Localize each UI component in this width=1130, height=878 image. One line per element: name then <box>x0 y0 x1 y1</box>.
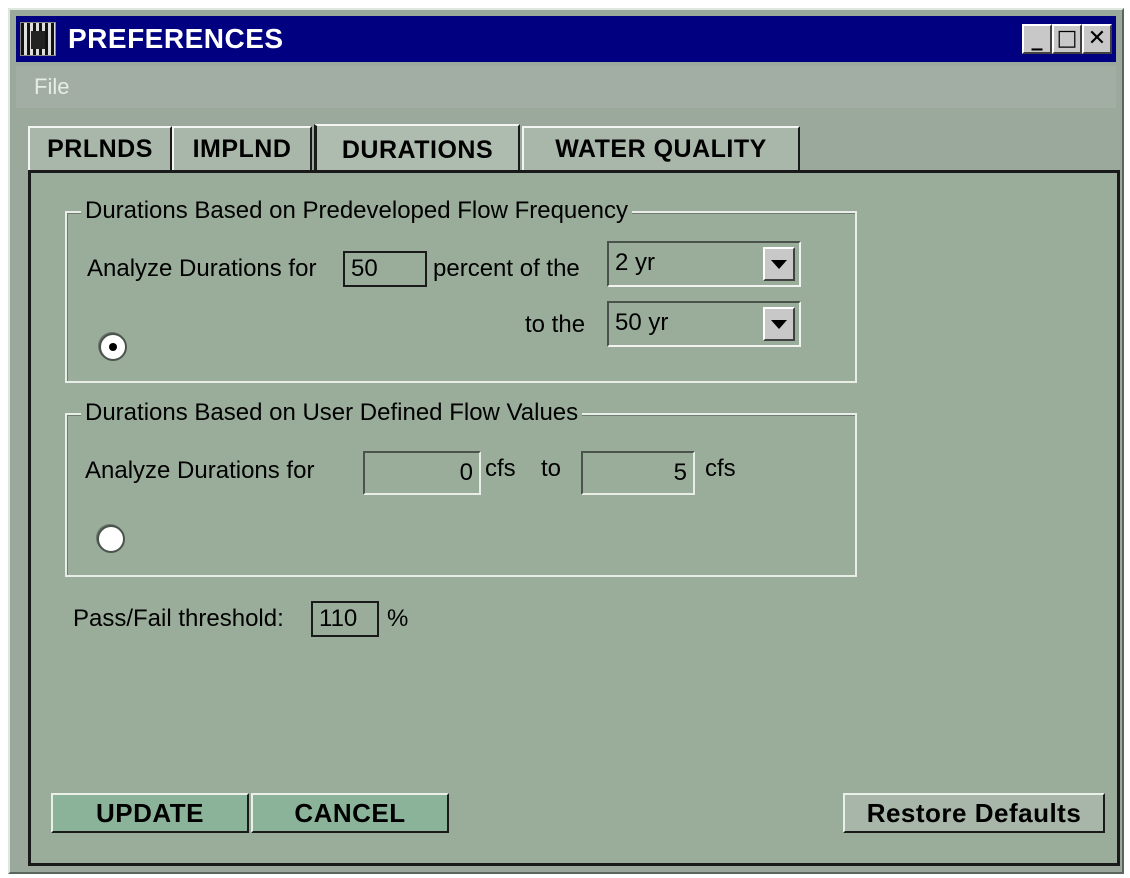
tab-water-quality[interactable]: WATER QUALITY <box>522 126 800 170</box>
unit-label: cfs <box>485 455 516 482</box>
threshold-input[interactable]: 110 <box>311 601 379 637</box>
durations-panel: Durations Based on Predeveloped Flow Fre… <box>28 170 1120 866</box>
analyze-label: Analyze Durations for <box>87 255 317 282</box>
cancel-button[interactable]: CANCEL <box>251 793 449 833</box>
selected-value: 50 yr <box>615 309 669 336</box>
percent-input[interactable]: 50 <box>343 251 427 287</box>
selected-value: 2 yr <box>615 249 656 276</box>
group-legend: Durations Based on Predeveloped Flow Fre… <box>81 197 632 225</box>
to-label: to <box>541 455 562 482</box>
preferences-window: PREFERENCES _ □ ✕ File PRLNDS IMPLND DUR… <box>8 8 1124 874</box>
app-icon <box>20 22 56 56</box>
from-flow-input[interactable]: 0 <box>363 451 481 495</box>
close-button[interactable]: ✕ <box>1082 24 1112 54</box>
threshold-label: Pass/Fail threshold: <box>73 605 284 632</box>
menu-bar: File <box>16 66 1116 108</box>
to-return-period-select[interactable]: 50 yr <box>607 301 801 347</box>
user-defined-flow-group: Durations Based on User Defined Flow Val… <box>65 399 857 577</box>
title-bar[interactable]: PREFERENCES _ □ ✕ <box>16 16 1116 62</box>
dropdown-arrow-icon[interactable] <box>763 307 795 341</box>
user-defined-mode-radio[interactable] <box>97 525 125 553</box>
update-button[interactable]: UPDATE <box>51 793 249 833</box>
analyze-label: Analyze Durations for <box>85 457 315 484</box>
tab-implnd[interactable]: IMPLND <box>172 126 312 170</box>
percent-label: percent of the <box>433 255 580 282</box>
restore-defaults-button[interactable]: Restore Defaults <box>843 793 1105 833</box>
tab-prlnds[interactable]: PRLNDS <box>28 126 172 170</box>
maximize-button[interactable]: □ <box>1052 24 1082 54</box>
frequency-mode-radio[interactable] <box>99 333 127 361</box>
menu-file[interactable]: File <box>34 74 69 100</box>
dropdown-arrow-icon[interactable] <box>763 247 795 281</box>
minimize-button[interactable]: _ <box>1022 24 1052 54</box>
to-flow-input[interactable]: 5 <box>581 451 695 495</box>
window-title: PREFERENCES <box>68 23 284 54</box>
percent-sign: % <box>387 605 409 632</box>
unit-label: cfs <box>705 455 736 482</box>
tab-durations[interactable]: DURATIONS <box>314 124 520 174</box>
from-return-period-select[interactable]: 2 yr <box>607 241 801 287</box>
to-label: to the <box>525 311 586 338</box>
predeveloped-frequency-group: Durations Based on Predeveloped Flow Fre… <box>65 197 857 383</box>
group-legend: Durations Based on User Defined Flow Val… <box>81 399 583 427</box>
